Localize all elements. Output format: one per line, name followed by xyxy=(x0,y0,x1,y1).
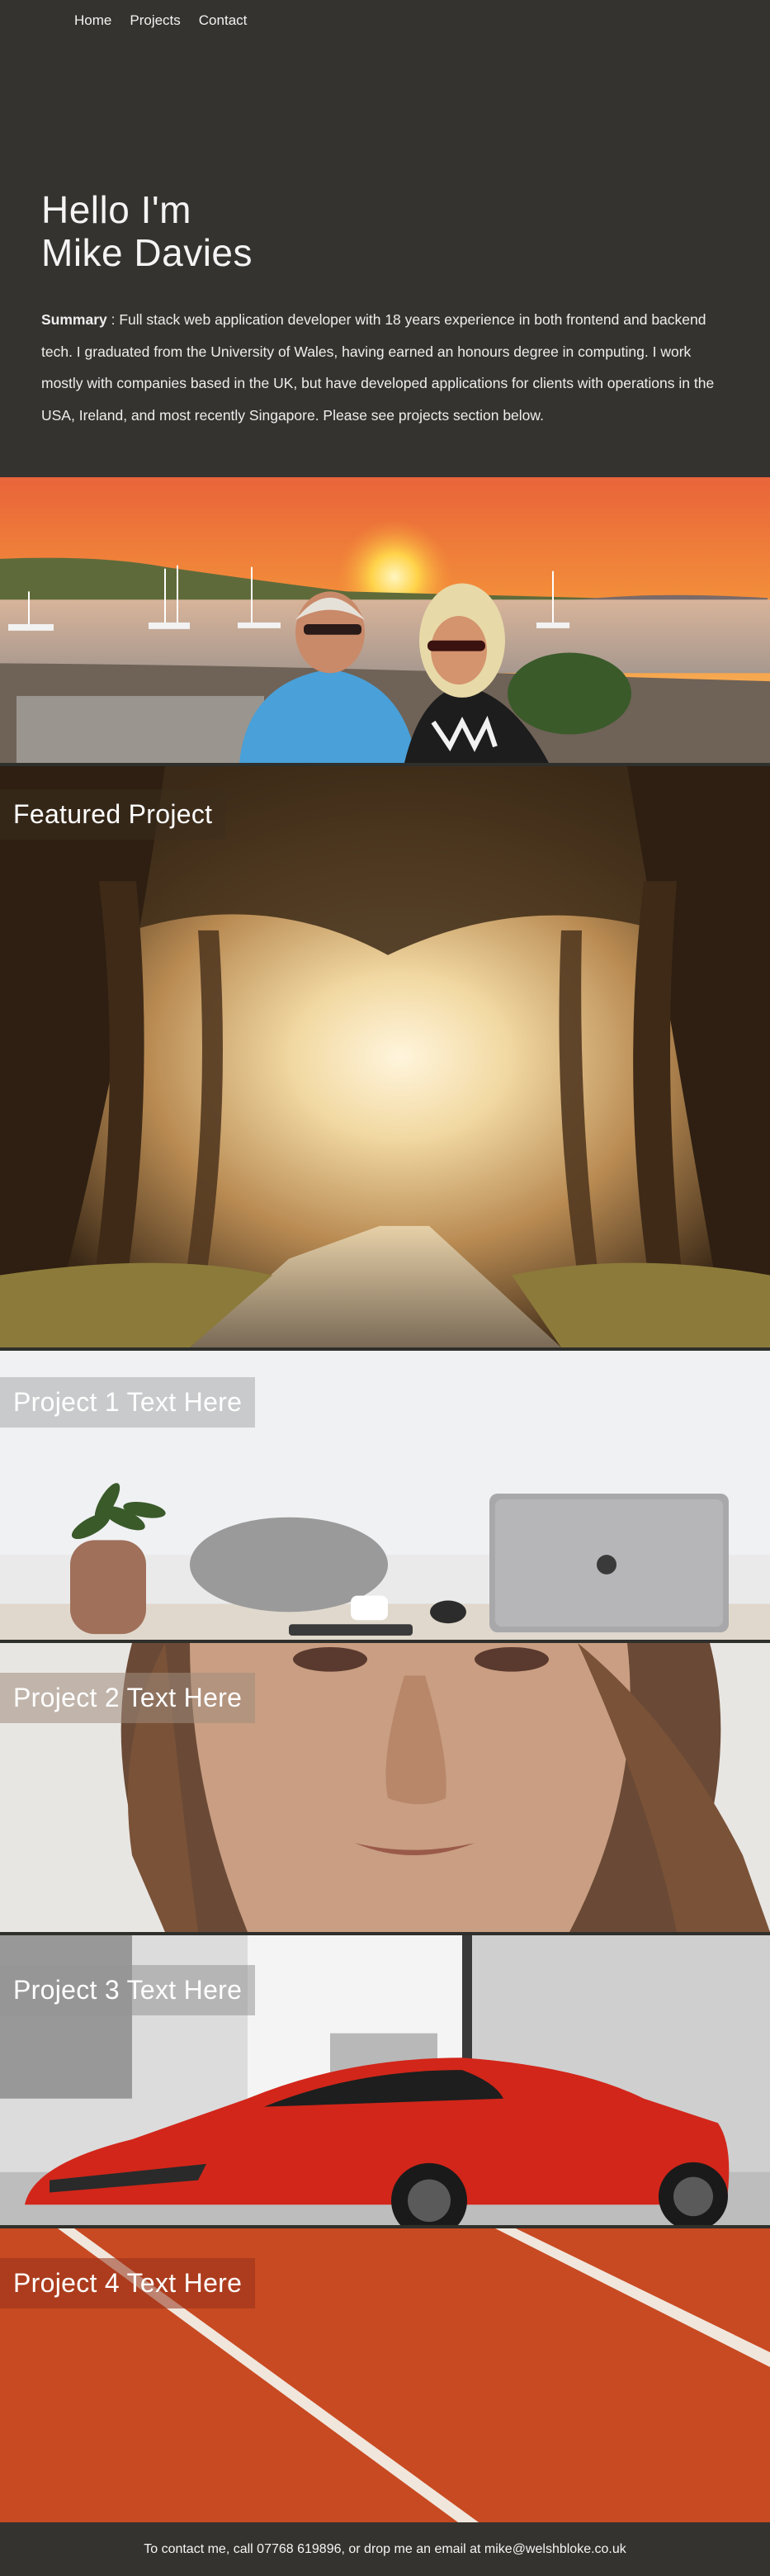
profile-photo xyxy=(0,477,770,763)
summary-text: : Full stack web application developer w… xyxy=(41,311,715,424)
project-4-section[interactable]: Project 4 Text Here xyxy=(0,2228,770,2522)
featured-project-section[interactable]: Featured Project xyxy=(0,766,770,1351)
featured-project-image xyxy=(0,766,770,1347)
profile-photo-section xyxy=(0,477,770,766)
contact-footer: To contact me, call 07768 619896, or dro… xyxy=(0,2522,770,2576)
project-1-title: Project 1 Text Here xyxy=(0,1377,256,1428)
hero-greeting: Hello I'm xyxy=(41,188,191,231)
hero-summary: Summary : Full stack web application dev… xyxy=(41,304,729,431)
nav-home-link[interactable]: Home xyxy=(74,12,111,29)
project-2-title: Project 2 Text Here xyxy=(0,1673,256,1723)
featured-project-title: Featured Project xyxy=(0,789,226,840)
project-2-section[interactable]: Project 2 Text Here xyxy=(0,1643,770,1935)
project-3-section[interactable]: Project 3 Text Here xyxy=(0,1935,770,2228)
project-1-section[interactable]: Project 1 Text Here xyxy=(0,1351,770,1643)
hero-heading: Hello I'm Mike Davies xyxy=(41,188,729,274)
hero-name: Mike Davies xyxy=(41,231,253,274)
nav-contact-link[interactable]: Contact xyxy=(199,12,248,29)
nav-projects-link[interactable]: Projects xyxy=(130,12,180,29)
hero-section: Hello I'm Mike Davies Summary : Full sta… xyxy=(0,41,770,477)
summary-label: Summary xyxy=(41,311,107,328)
project-4-title: Project 4 Text Here xyxy=(0,2258,256,2308)
project-3-title: Project 3 Text Here xyxy=(0,1965,256,2015)
contact-text: To contact me, call 07768 619896, or dro… xyxy=(144,2541,626,2556)
top-nav: Home Projects Contact xyxy=(0,0,770,41)
